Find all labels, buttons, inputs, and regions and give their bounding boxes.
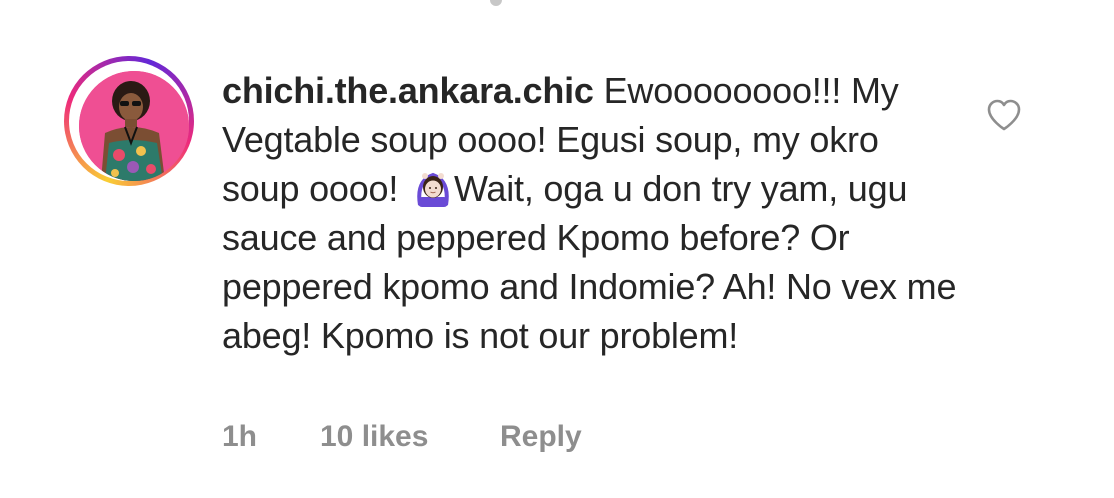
comment-likes[interactable]: 10 likes: [320, 420, 500, 454]
comment-time: 1h: [222, 420, 258, 453]
comment-meta: 1h 10 likes Reply: [222, 420, 582, 454]
comment-username[interactable]: chichi.the.ankara.chic: [222, 70, 594, 111]
heart-outline-icon[interactable]: [986, 98, 1022, 132]
woman-gesturing-ok-icon: [417, 172, 449, 207]
avatar-photo: [79, 71, 189, 181]
comment: chichi.the.ankara.chic Ewoooooooo!!! My …: [0, 0, 1114, 498]
reply-button[interactable]: Reply: [500, 420, 582, 454]
comment-text: chichi.the.ankara.chic Ewoooooooo!!! My …: [222, 66, 962, 360]
story-ring[interactable]: [64, 56, 194, 186]
avatar[interactable]: [79, 71, 189, 181]
